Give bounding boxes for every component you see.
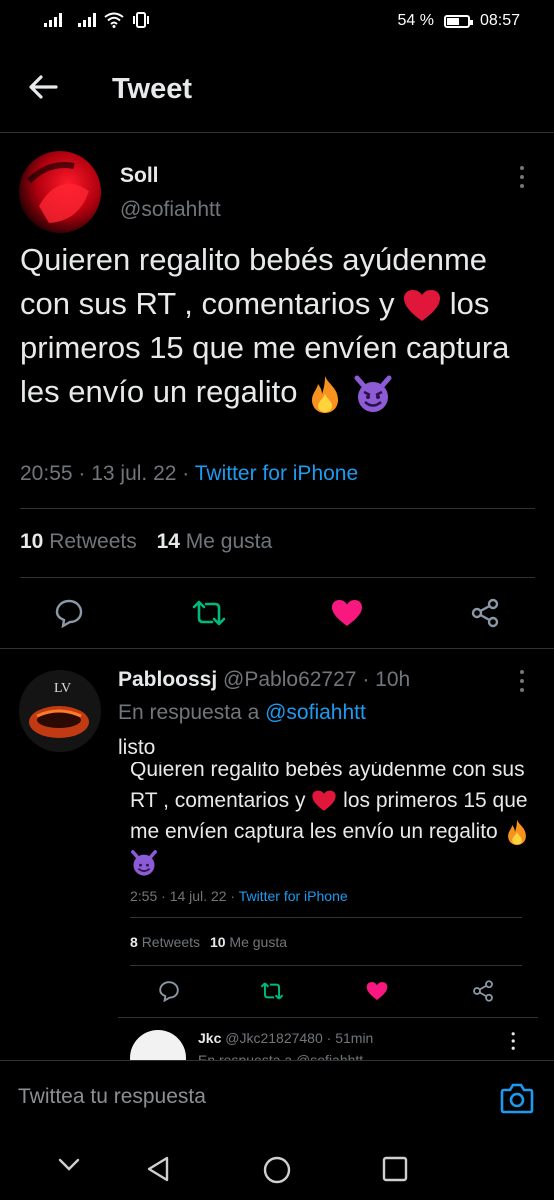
screenshot-next-name: Jkc [198, 1030, 222, 1046]
status-bar: 54 % 08:57 [0, 0, 554, 48]
screenshot-retweet-icon [260, 982, 284, 1000]
nav-home-icon[interactable] [262, 1155, 292, 1185]
system-navigation-bar [0, 1128, 554, 1200]
signal-icon [44, 13, 62, 27]
chevron-down-icon[interactable] [58, 1158, 80, 1172]
screenshot-next-partial: En respuesta a @sofiahhtt [198, 1052, 364, 1060]
tweet-action-bar [0, 592, 554, 634]
divider [118, 1017, 538, 1018]
screenshot-retweet-count: 8 [130, 934, 138, 950]
status-right: 54 % 08:57 [397, 12, 520, 30]
screenshot-meta: 2:55 · 14 jul. 22 · Twitter for iPhone [130, 888, 348, 904]
clock: 08:57 [479, 12, 520, 29]
screenshot-source: Twitter for iPhone [238, 888, 348, 904]
screenshot-reply-icon [159, 981, 179, 1002]
screenshot-next-header: Jkc @Jkc21827480 · 51min [198, 1030, 373, 1046]
reply-text: listo [118, 736, 156, 759]
wifi-icon [104, 12, 124, 28]
reply-attached-screenshot[interactable]: Quieren regalito bebés ayúdenme con sus … [118, 762, 538, 1060]
screenshot-like-label: Me gusta [229, 934, 287, 950]
screenshot-stats: 8 Retweets 10 Me gusta [130, 934, 287, 950]
reply-icon[interactable] [54, 598, 84, 628]
status-left-icons [44, 12, 150, 28]
smiling-devil-emoji [131, 850, 157, 877]
author-name[interactable]: Soll [120, 164, 159, 188]
divider [130, 965, 522, 966]
fire-emoji [312, 375, 339, 413]
reply-input[interactable]: Twittea tu respuesta [18, 1085, 206, 1109]
author-avatar[interactable] [19, 151, 101, 233]
screenshot-next-avatar [130, 1030, 186, 1060]
nav-recents-icon[interactable] [382, 1156, 408, 1182]
tweet-stats: 10 Retweets 14 Me gusta [20, 530, 272, 554]
svg-text:V: V [61, 681, 71, 696]
top-app-bar: Tweet [0, 48, 554, 133]
replying-to-handle[interactable]: @sofiahhtt [265, 701, 366, 724]
retweet-icon[interactable] [192, 598, 226, 628]
screenshot-like-icon [366, 982, 388, 1000]
share-icon[interactable] [469, 597, 501, 629]
more-options-icon[interactable] [520, 166, 526, 188]
replying-to-prefix: En respuesta a [118, 701, 260, 724]
nav-back-icon[interactable] [145, 1155, 171, 1183]
author-handle[interactable]: @sofiahhtt [120, 198, 221, 222]
fire-emoji [507, 820, 526, 846]
divider [0, 648, 554, 649]
reply-author-name[interactable]: Pabloossj [118, 668, 217, 691]
screenshot-timestamp: 2:55 · 14 jul. 22 · [130, 888, 236, 904]
screenshot-retweet-label: Retweets [141, 934, 201, 950]
red-heart-emoji [312, 791, 336, 812]
camera-icon[interactable] [500, 1082, 534, 1114]
like-label[interactable]: Me gusta [186, 530, 272, 553]
screenshot-next-more-icon [511, 1032, 517, 1050]
vibrate-icon [133, 12, 149, 28]
screenshot-next-time: · 51min [326, 1030, 374, 1046]
battery-percent: 54 % [397, 12, 434, 29]
retweet-count[interactable]: 10 [20, 530, 43, 553]
tweet-text: Quieren regalito bebés ayúdenme con sus … [20, 238, 540, 414]
divider [20, 508, 535, 509]
page-title: Tweet [112, 73, 193, 105]
retweet-label[interactable]: Retweets [49, 530, 137, 553]
like-count[interactable]: 14 [157, 530, 180, 553]
reply-time: · 10h [362, 668, 411, 691]
reply-more-options-icon[interactable] [520, 670, 526, 692]
reply-header: Pabloossj @Pablo62727 · 10h [118, 668, 410, 692]
reply-author-handle[interactable]: @Pablo62727 [223, 668, 356, 691]
battery-icon [443, 14, 473, 28]
screenshot-like-count: 10 [209, 934, 226, 950]
replying-to: En respuesta a @sofiahhtt [118, 701, 366, 725]
screenshot-next-handle: @Jkc21827480 [225, 1030, 323, 1046]
reply-avatar[interactable]: LV [19, 670, 101, 752]
like-icon[interactable] [331, 599, 363, 627]
tweet-meta: 20:55 · 13 jul. 22 · Twitter for iPhone [20, 462, 358, 486]
screenshot-share-icon [473, 980, 493, 1002]
screenshot-tweet-text: Quieren regalito bebés ayúdenme con sus … [130, 762, 530, 878]
divider [20, 577, 535, 578]
back-arrow-icon[interactable] [26, 70, 60, 104]
tweet-timestamp: 20:55 · 13 jul. 22 · [20, 462, 190, 485]
tweet-source-link[interactable]: Twitter for iPhone [195, 462, 358, 485]
red-heart-emoji [404, 289, 441, 321]
smiling-devil-emoji [354, 375, 392, 412]
divider [130, 917, 522, 918]
signal-icon-2 [78, 13, 96, 27]
